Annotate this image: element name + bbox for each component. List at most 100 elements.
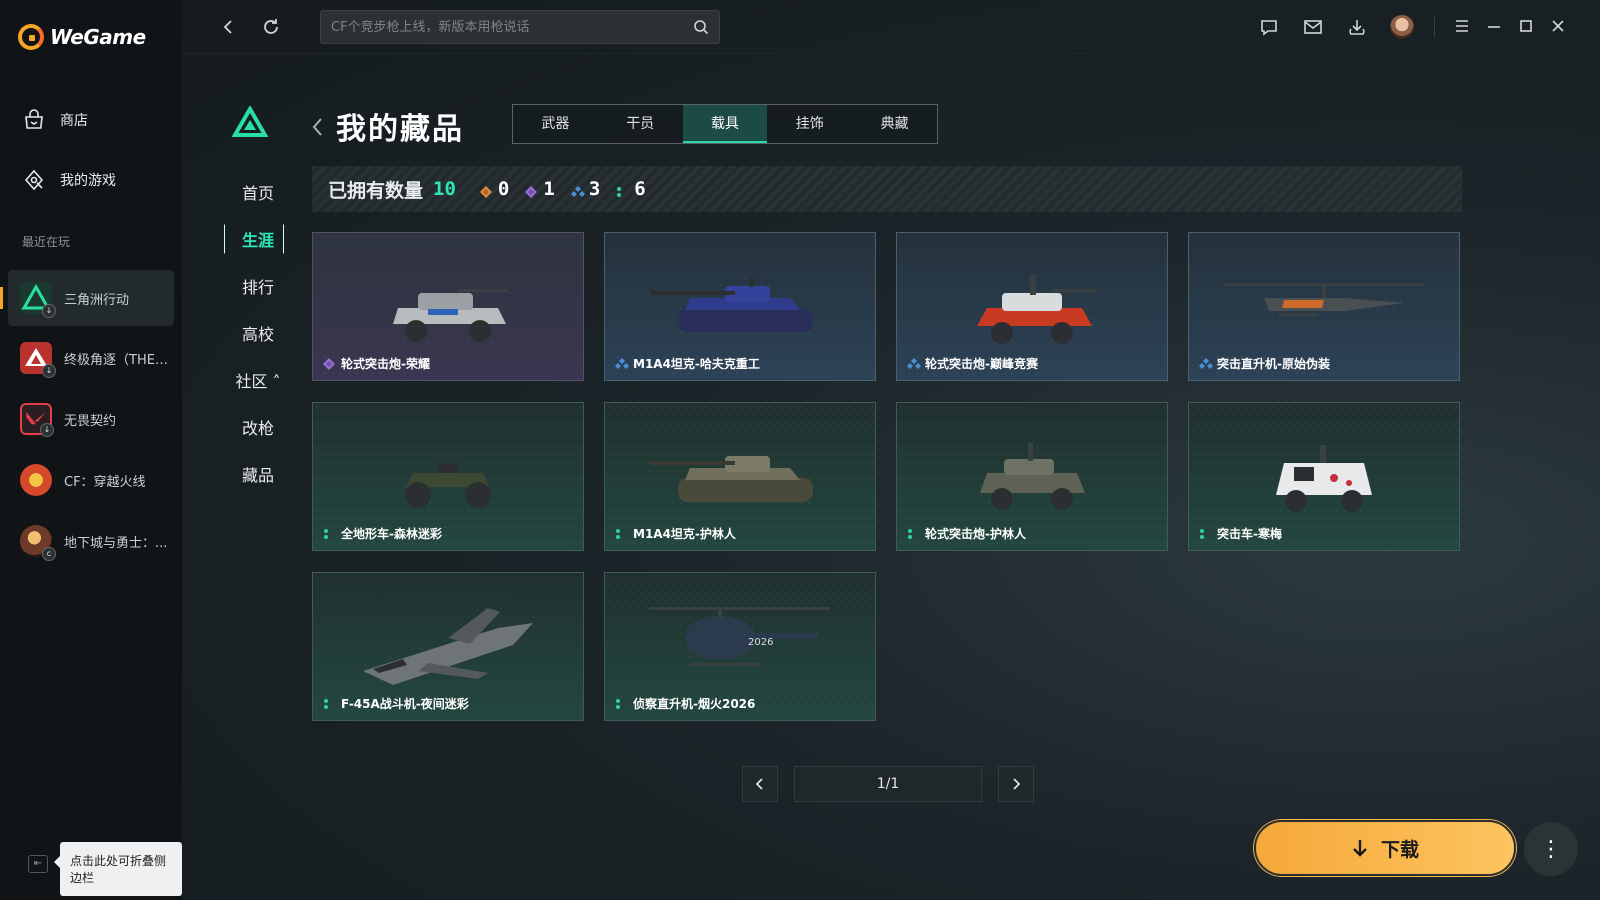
collection-item-card[interactable]: M1A4坦克-哈夫克重工 (604, 232, 876, 381)
item-name: 轮式突击炮-护林人 (907, 525, 1026, 542)
item-name-text: 突击车-寒梅 (1217, 527, 1282, 541)
collection-item-card[interactable]: 轮式突击炮-护林人 (896, 402, 1168, 551)
orange-diamond-icon (479, 183, 492, 198)
rarity-count-value: 0 (497, 178, 510, 200)
recent-game-dnf[interactable]: c 地下城与勇士：... (8, 513, 174, 569)
refresh-button[interactable] (258, 14, 284, 40)
recent-game-delta-force[interactable]: ↓ 三角洲行动 (8, 270, 174, 326)
maximize-button[interactable] (1516, 16, 1536, 36)
scout-helicopter-image: 2026 (640, 593, 840, 693)
rarity-count-value: 6 (634, 178, 646, 200)
close-button[interactable] (1548, 16, 1568, 36)
collection-item-card[interactable]: M1A4坦克-护林人 (604, 402, 876, 551)
collection-item-card[interactable]: 2026 侦察直升机-烟火2026 (604, 572, 876, 721)
more-vertical-icon: ⋮ (1540, 836, 1562, 862)
item-name: 轮式突击炮-巅峰竞赛 (907, 355, 1038, 372)
side-nav-item-4[interactable]: 社区 ˄ (222, 368, 294, 392)
side-nav-item-5[interactable]: 改枪 (222, 415, 294, 439)
next-page-button[interactable] (998, 766, 1034, 802)
atv-image (348, 423, 548, 523)
tab-4[interactable]: 典藏 (852, 105, 937, 143)
main-content: 我的藏品 武器干员载具挂饰典藏 首页生涯排行高校社区 ˄改枪藏品 已拥有数量 1… (182, 0, 1600, 900)
tab-3[interactable]: 挂饰 (767, 105, 852, 143)
green-rarity-icon (615, 528, 627, 540)
green-rarity-icon (1199, 528, 1211, 540)
side-nav-item-3[interactable]: 高校 (222, 321, 294, 345)
page-title: 我的藏品 (336, 112, 464, 147)
back-button[interactable] (216, 14, 242, 40)
blue-rarity-icon (907, 357, 921, 370)
item-name-text: 轮式突击炮-护林人 (925, 527, 1026, 541)
sidebar-item-label: 商店 (60, 113, 88, 129)
menu-button[interactable] (1452, 16, 1472, 36)
search-icon[interactable] (693, 19, 709, 35)
valorant-icon: ↓ (20, 403, 54, 437)
item-name: 全地形车-森林迷彩 (323, 525, 442, 542)
side-nav-item-6[interactable]: 藏品 (222, 462, 294, 486)
app-name: WeGame (50, 25, 146, 49)
blue-rarity-icon (615, 357, 629, 370)
collapse-sidebar-button[interactable]: ⇤ (28, 855, 48, 873)
the-finals-icon: ↓ (20, 342, 56, 378)
tab-1[interactable]: 干员 (598, 105, 683, 143)
download-badge-icon: ↓ (40, 423, 54, 437)
collection-item-card[interactable]: 轮式突击炮-巅峰竞赛 (896, 232, 1168, 381)
user-avatar[interactable] (1390, 15, 1414, 39)
search-input[interactable] (331, 19, 693, 35)
wegame-logo[interactable]: WeGame (18, 24, 146, 50)
recent-game-valorant[interactable]: ↓ 无畏契约 (8, 391, 174, 447)
tab-0[interactable]: 武器 (513, 105, 598, 143)
dnf-icon: c (20, 525, 56, 561)
recent-game-crossfire[interactable]: CF：穿越火线 (8, 452, 174, 508)
chat-button[interactable] (1256, 14, 1282, 40)
green-rarity-icon (907, 528, 919, 540)
minimize-button[interactable] (1484, 16, 1504, 36)
more-options-button[interactable]: ⋮ (1524, 822, 1578, 876)
chevron-left-icon[interactable] (310, 116, 324, 138)
green-rarity-icon (615, 698, 627, 710)
chevron-left-icon (755, 778, 763, 790)
pagination: 1/1 (742, 766, 1034, 802)
item-name: F-45A战斗机-夜间迷彩 (323, 695, 469, 712)
item-name-text: M1A4坦克-护林人 (633, 527, 736, 541)
side-nav-item-2[interactable]: 排行 (222, 274, 294, 298)
mail-button[interactable] (1300, 14, 1326, 40)
item-name: 侦察直升机-烟火2026 (615, 695, 755, 712)
green-rarity-icon (323, 698, 335, 710)
tank-haavk-image (640, 253, 840, 353)
side-nav-item-0[interactable]: 首页 (222, 180, 294, 204)
recent-game-the-finals[interactable]: ↓ 终极角逐（THE ... (8, 330, 174, 386)
purple-diamond-icon (525, 183, 538, 198)
minimize-icon (1488, 26, 1500, 28)
tank-camo-image (640, 423, 840, 523)
sidebar-item-store[interactable]: 商店 (22, 108, 88, 132)
collection-item-card[interactable]: 突击直升机-原始伪装 (1188, 232, 1460, 381)
store-icon (25, 109, 43, 129)
blue-rarity-icon (1199, 357, 1213, 370)
collection-item-card[interactable]: F-45A战斗机-夜间迷彩 (312, 572, 584, 721)
item-name-text: M1A4坦克-哈夫克重工 (633, 357, 760, 371)
delta-force-logo-icon (232, 106, 268, 137)
collection-item-card[interactable]: 轮式突击炮-荣耀 (312, 232, 584, 381)
prev-page-button[interactable] (742, 766, 778, 802)
download-button[interactable]: 下载 (1254, 820, 1516, 876)
chevron-left-icon (223, 20, 232, 34)
sidebar-item-my-games[interactable]: 我的游戏 (22, 168, 116, 192)
item-name: 突击车-寒梅 (1199, 525, 1282, 542)
downloads-button[interactable] (1344, 14, 1370, 40)
tab-2[interactable]: 载具 (682, 105, 768, 143)
hamburger-menu-icon (1456, 20, 1468, 32)
svg-text:2026: 2026 (748, 637, 773, 648)
rarity-count-3: 6 (616, 178, 646, 200)
rarity-count-value: 1 (543, 178, 555, 200)
download-manager-icon (1349, 20, 1365, 35)
collection-item-card[interactable]: 全地形车-森林迷彩 (312, 402, 584, 551)
rarity-count-2: 3 (570, 178, 600, 200)
search-box[interactable] (320, 10, 720, 44)
rarity-count-1: 1 (525, 178, 555, 200)
green-rarity-icon (323, 528, 335, 540)
delta-force-icon: ↓ (20, 282, 56, 318)
side-nav-active-frame (224, 224, 284, 254)
sidebar: WeGame 商店 我的游戏 最近在玩 ↓ 三角洲行动 ↓ 终极角逐（THE .… (0, 0, 182, 900)
collection-item-card[interactable]: 突击车-寒梅 (1188, 402, 1460, 551)
